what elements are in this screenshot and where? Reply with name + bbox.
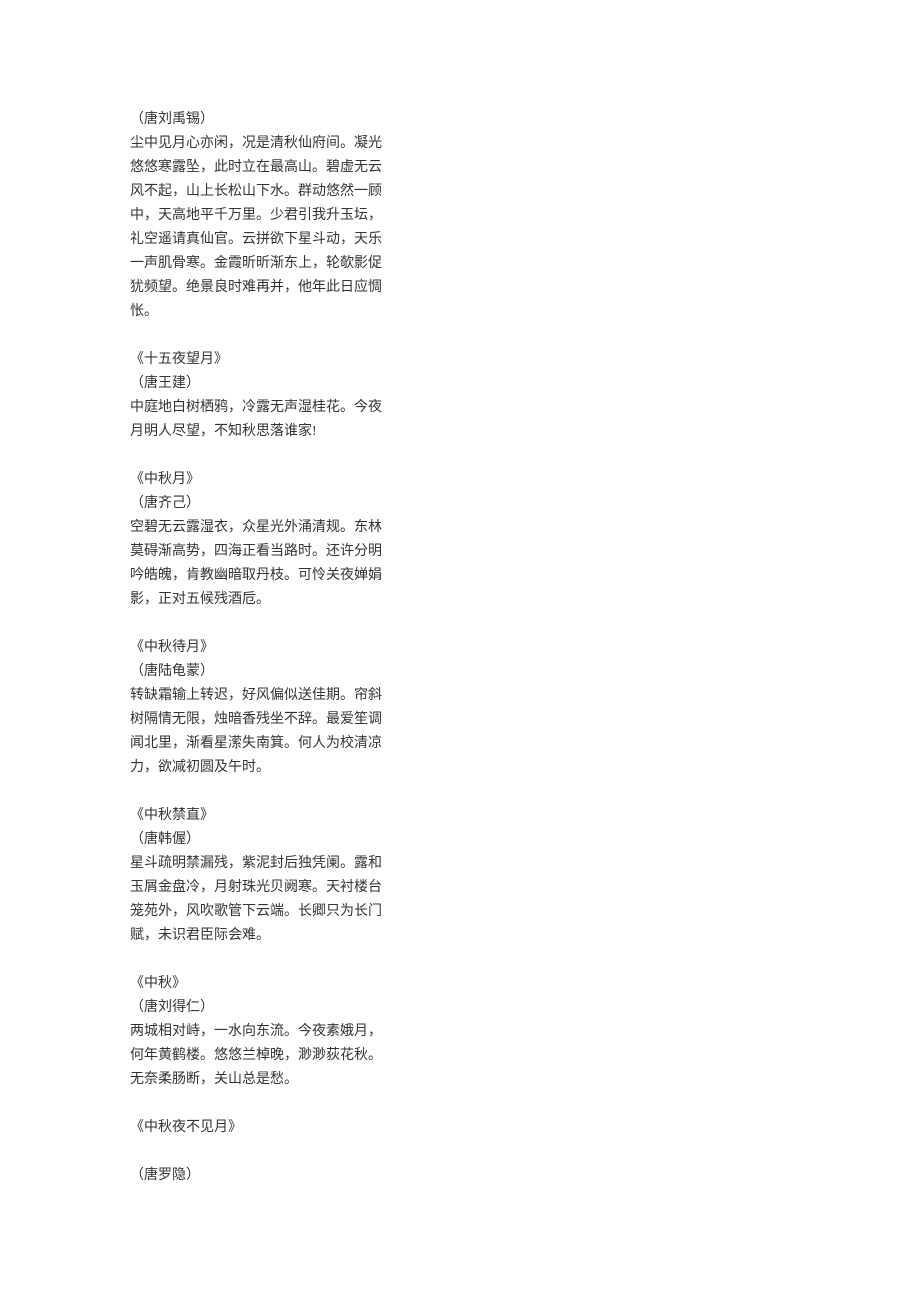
poem-title: 《中秋》 <box>130 972 920 996</box>
poem-block: 《中秋夜不见月》 （唐罗隐） <box>130 1116 920 1188</box>
poem-block: 《中秋月》 （唐齐己） 空碧无云露湿衣，众星光外涌清规。东林 莫碍渐高势，四海正… <box>130 468 920 612</box>
blank-line <box>130 1140 920 1164</box>
poem-body-line: 赋，未识君臣际会难。 <box>130 924 920 948</box>
poem-title: 《十五夜望月》 <box>130 348 920 372</box>
poem-body-line: 力，欲减初圆及午时。 <box>130 756 920 780</box>
poem-block: 《中秋待月》 （唐陆龟蒙） 转缺霜输上转迟，好风偏似送佳期。帘斜 树隔情无限，烛… <box>130 636 920 780</box>
poem-author: （唐韩偓） <box>130 828 920 852</box>
poem-title: 《中秋待月》 <box>130 636 920 660</box>
poem-title: 《中秋夜不见月》 <box>130 1116 920 1140</box>
poem-body-line: 悠悠寒露坠，此时立在最高山。碧虚无云 <box>130 156 920 180</box>
poem-body-line: 中，天高地平千万里。少君引我升玉坛， <box>130 204 920 228</box>
poem-author: （唐王建） <box>130 372 920 396</box>
poem-body-line: 闻北里，渐看星潆失南箕。何人为校清凉 <box>130 732 920 756</box>
poem-author: （唐齐己） <box>130 492 920 516</box>
poem-block: 《中秋禁直》 （唐韩偓） 星斗疏明禁漏残，紫泥封后独凭阑。露和 玉屑金盘冷，月射… <box>130 804 920 948</box>
poem-block: 《中秋》 （唐刘得仁） 两城相对峙，一水向东流。今夜素娥月， 何年黄鹤楼。悠悠兰… <box>130 972 920 1092</box>
poem-title: 《中秋禁直》 <box>130 804 920 828</box>
poem-body-line: 风不起，山上长松山下水。群动悠然一顾 <box>130 180 920 204</box>
poem-body-line: 中庭地白树栖鸦，冷露无声湿桂花。今夜 <box>130 396 920 420</box>
poem-body-line: 影，正对五候残酒卮。 <box>130 588 920 612</box>
poem-body-line: 无奈柔肠断，关山总是愁。 <box>130 1068 920 1092</box>
poem-body-line: 怅。 <box>130 300 920 324</box>
poem-body-line: 月明人尽望，不知秋思落谁家! <box>130 420 920 444</box>
poem-body-line: 尘中见月心亦闲，况是清秋仙府间。凝光 <box>130 132 920 156</box>
poem-block: 《十五夜望月》 （唐王建） 中庭地白树栖鸦，冷露无声湿桂花。今夜 月明人尽望，不… <box>130 348 920 444</box>
poem-body-line: 礼空遥请真仙官。云拼欲下星斗动，天乐 <box>130 228 920 252</box>
poem-body-line: 何年黄鹤楼。悠悠兰棹晚，渺渺荻花秋。 <box>130 1044 920 1068</box>
poem-author: （唐刘禹锡） <box>130 108 920 132</box>
poem-body-line: 树隔情无限，烛暗香残坐不辞。最爱笙调 <box>130 708 920 732</box>
poem-body-line: 转缺霜输上转迟，好风偏似送佳期。帘斜 <box>130 684 920 708</box>
poem-body-line: 两城相对峙，一水向东流。今夜素娥月， <box>130 1020 920 1044</box>
page-content: （唐刘禹锡） 尘中见月心亦闲，况是清秋仙府间。凝光 悠悠寒露坠，此时立在最高山。… <box>0 0 920 1301</box>
poem-body-line: 莫碍渐高势，四海正看当路时。还许分明 <box>130 540 920 564</box>
poem-title: 《中秋月》 <box>130 468 920 492</box>
poem-author: （唐罗隐） <box>130 1164 920 1188</box>
poem-body-line: 吟皓魄，肯教幽暗取丹枝。可怜关夜婵娟 <box>130 564 920 588</box>
poem-body-line: 一声肌骨寒。金霞昕昕渐东上，轮欹影促 <box>130 252 920 276</box>
poem-author: （唐陆龟蒙） <box>130 660 920 684</box>
poem-body-line: 犹频望。绝景良时难再并，他年此日应惆 <box>130 276 920 300</box>
poem-body-line: 星斗疏明禁漏残，紫泥封后独凭阑。露和 <box>130 852 920 876</box>
poem-block: （唐刘禹锡） 尘中见月心亦闲，况是清秋仙府间。凝光 悠悠寒露坠，此时立在最高山。… <box>130 108 920 324</box>
poem-author: （唐刘得仁） <box>130 996 920 1020</box>
poem-body-line: 笼苑外，风吹歌管下云端。长卿只为长门 <box>130 900 920 924</box>
poem-body-line: 玉屑金盘冷，月射珠光贝阙寒。天衬楼台 <box>130 876 920 900</box>
poem-body-line: 空碧无云露湿衣，众星光外涌清规。东林 <box>130 516 920 540</box>
